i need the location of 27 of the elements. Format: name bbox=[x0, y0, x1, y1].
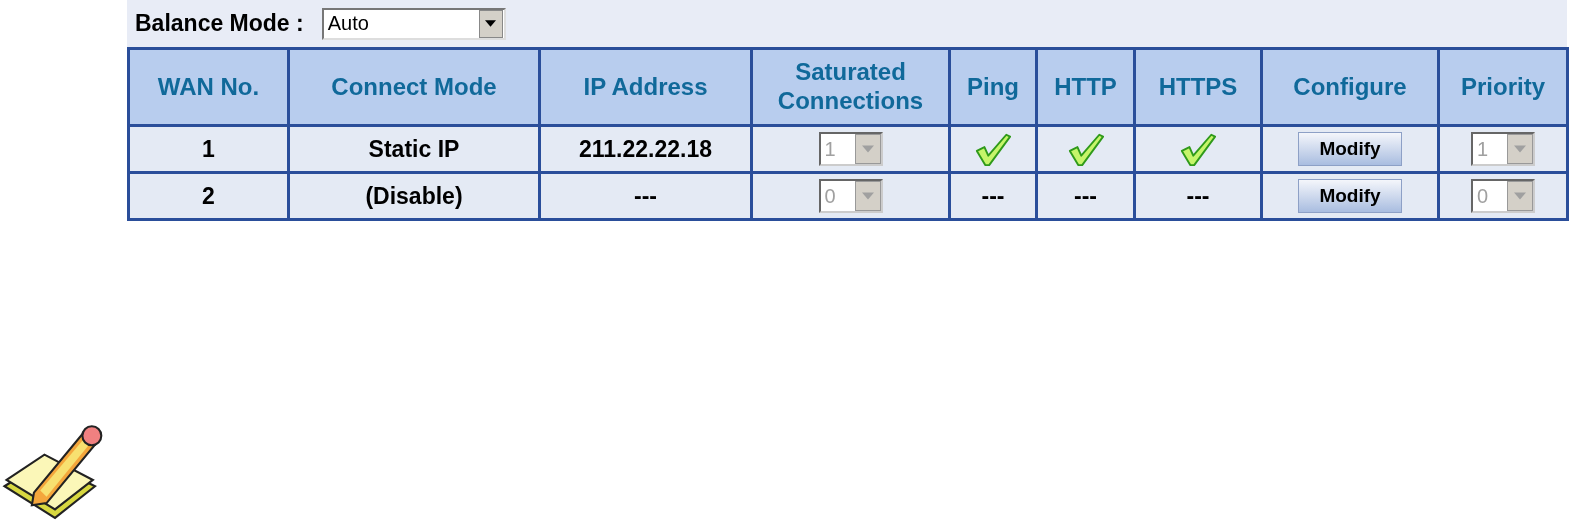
table-cell: --- bbox=[539, 172, 752, 220]
column-header: Connect Mode bbox=[288, 48, 540, 126]
caret-icon bbox=[478, 9, 503, 38]
balance-mode-dropdown[interactable]: Auto bbox=[321, 7, 506, 40]
column-header: HTTP bbox=[1036, 48, 1135, 126]
table-cell: Static IP bbox=[288, 125, 540, 173]
column-header: Saturated Connections bbox=[751, 48, 950, 126]
column-header: Ping bbox=[949, 48, 1037, 126]
caret-icon bbox=[854, 181, 881, 211]
table-cell: 211.22.22.18 bbox=[539, 125, 752, 173]
table-cell: (Disable) bbox=[288, 172, 540, 220]
column-header: WAN No. bbox=[128, 48, 289, 126]
status-text: --- bbox=[981, 182, 1005, 209]
column-header: HTTPS bbox=[1134, 48, 1262, 126]
modify-button[interactable]: Modify bbox=[1298, 179, 1402, 213]
table-cell: 2 bbox=[128, 172, 289, 220]
column-header: Priority bbox=[1438, 48, 1568, 126]
column-header: Configure bbox=[1261, 48, 1439, 126]
balance-mode-label: Balance Mode : bbox=[135, 10, 304, 37]
table-cell: 1 bbox=[128, 125, 289, 173]
caret-icon bbox=[1507, 181, 1533, 211]
status-text: --- bbox=[1074, 182, 1097, 209]
modify-button[interactable]: Modify bbox=[1298, 132, 1402, 166]
caret-icon bbox=[854, 134, 881, 164]
caret-icon bbox=[1507, 134, 1533, 164]
column-header: IP Address bbox=[539, 48, 752, 126]
status-text: --- bbox=[1186, 182, 1210, 209]
